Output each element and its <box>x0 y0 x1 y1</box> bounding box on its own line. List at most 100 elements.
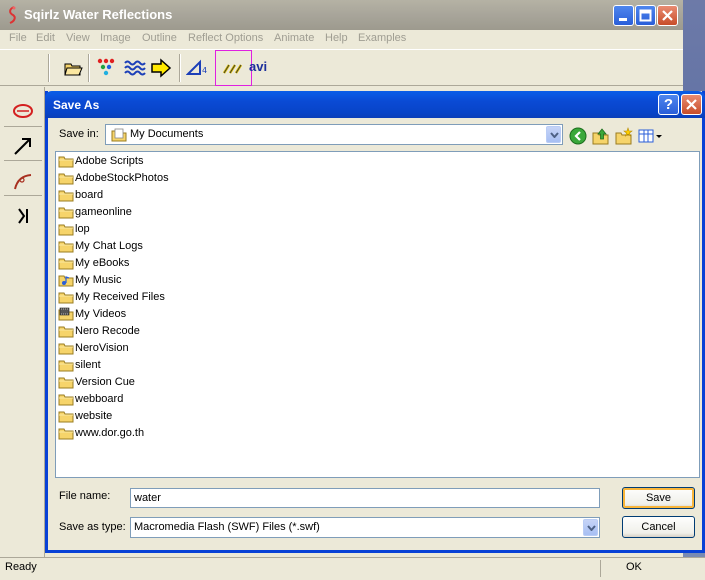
file-list-item[interactable]: gameonline <box>58 204 258 221</box>
file-list-item-name: lop <box>75 223 90 235</box>
my-documents-icon <box>111 128 127 142</box>
curve-tool[interactable] <box>4 164 42 196</box>
help-icon: ? <box>663 96 674 113</box>
file-list-item[interactable]: lop <box>58 221 258 238</box>
menu-reflect-options[interactable]: Reflect Options <box>188 32 263 44</box>
menu-image[interactable]: Image <box>100 32 131 44</box>
ellipse-tool[interactable] <box>4 95 42 127</box>
file-list-item[interactable]: My Chat Logs <box>58 238 258 255</box>
dialog-title: Save As <box>53 98 100 112</box>
menu-view[interactable]: View <box>66 32 90 44</box>
file-list-item[interactable]: Adobe Scripts <box>58 153 258 170</box>
save-button[interactable]: Save <box>622 487 695 509</box>
save-as-dialog: Save As ? Save in: My Documents Adobe Sc… <box>45 91 705 553</box>
folder-icon <box>58 173 74 185</box>
video-folder-icon <box>58 307 74 321</box>
folder-icon <box>58 343 74 355</box>
folder-icon <box>58 156 74 168</box>
angle-tool-icon[interactable]: 4 <box>186 56 210 80</box>
menu-examples[interactable]: Examples <box>358 32 406 44</box>
file-list-item[interactable]: AdobeStockPhotos <box>58 170 258 187</box>
step-forward-tool[interactable] <box>4 199 42 231</box>
save-in-dropdown-arrow[interactable] <box>546 126 561 143</box>
music-folder-icon <box>58 275 74 287</box>
menu-help[interactable]: Help <box>325 32 348 44</box>
folder-icon <box>58 326 74 338</box>
file-list-item-name: My Music <box>75 274 122 286</box>
folder-icon <box>58 360 74 372</box>
file-name-label: File name: <box>59 490 111 502</box>
line-tool[interactable] <box>4 129 42 161</box>
folder-icon <box>58 428 74 440</box>
file-list-item[interactable]: www.dor.go.th <box>58 425 258 442</box>
dialog-close-button[interactable] <box>681 94 702 115</box>
step-forward-icon <box>18 208 28 224</box>
folder-icon <box>58 241 74 253</box>
file-list-item-name: silent <box>75 359 101 371</box>
curve-icon <box>14 174 32 190</box>
folder-icon <box>58 190 74 202</box>
file-list-item-name: Adobe Scripts <box>75 155 144 167</box>
file-list-item[interactable]: My eBooks <box>58 255 258 272</box>
waves-icon[interactable] <box>124 56 146 80</box>
file-list-item[interactable]: NeroVision <box>58 340 258 357</box>
main-titlebar[interactable]: Sqirlz Water Reflections <box>0 0 683 30</box>
app-logo-icon <box>9 6 16 24</box>
folder-icon <box>58 207 74 219</box>
maximize-button[interactable] <box>635 5 656 26</box>
file-list-item[interactable]: My Received Files <box>58 289 258 306</box>
app-title: Sqirlz Water Reflections <box>24 7 173 22</box>
status-text: Ready <box>5 561 37 573</box>
help-button[interactable]: ? <box>658 94 679 115</box>
view-menu-icon[interactable] <box>638 127 664 145</box>
menu-outline[interactable]: Outline <box>142 32 177 44</box>
minimize-button[interactable] <box>613 5 634 26</box>
folder-icon <box>58 394 74 406</box>
file-list-item[interactable]: silent <box>58 357 258 374</box>
status-separator <box>600 560 601 577</box>
file-list-item-name: My Videos <box>75 308 127 320</box>
rain-streaks-icon[interactable] <box>221 56 245 80</box>
save-as-type-dropdown[interactable]: Macromedia Flash (SWF) Files (*.swf) <box>130 517 600 538</box>
menu-bar: File Edit View Image Outline Reflect Opt… <box>0 30 683 48</box>
file-list-item-name: webboard <box>75 393 124 405</box>
save-as-type-dropdown-arrow[interactable] <box>583 519 598 536</box>
file-list-item[interactable]: board <box>58 187 258 204</box>
dialog-titlebar[interactable]: Save As ? <box>45 91 705 118</box>
minimize-icon <box>619 18 627 21</box>
file-list-item[interactable]: website <box>58 408 258 425</box>
file-list-item[interactable]: Nero Recode <box>58 323 258 340</box>
maximize-icon <box>639 9 652 22</box>
save-as-type-value: Macromedia Flash (SWF) Files (*.swf) <box>134 521 320 533</box>
file-list-item-name: NeroVision <box>75 342 129 354</box>
cancel-button[interactable]: Cancel <box>622 516 695 538</box>
file-list-item[interactable]: webboard <box>58 391 258 408</box>
save-in-label: Save in: <box>59 128 99 140</box>
folder-icon <box>58 224 74 236</box>
avi-export-button[interactable]: avi <box>249 59 267 83</box>
close-icon <box>662 10 673 21</box>
file-list-item-name: www.dor.go.th <box>75 427 145 439</box>
back-icon[interactable] <box>569 127 587 145</box>
file-list-item-name: board <box>75 189 104 201</box>
file-list-item[interactable]: My Music <box>58 272 258 289</box>
close-button[interactable] <box>657 5 678 26</box>
save-as-type-label: Save as type: <box>59 521 126 533</box>
save-in-dropdown[interactable]: My Documents <box>105 124 563 145</box>
file-list[interactable]: Adobe Scripts AdobeStockPhotos board gameon… <box>55 151 700 478</box>
file-list-item[interactable]: My Videos <box>58 306 258 323</box>
chevron-down-icon <box>587 525 596 531</box>
open-folder-icon[interactable] <box>63 56 83 80</box>
menu-edit[interactable]: Edit <box>36 32 55 44</box>
up-folder-icon[interactable] <box>592 127 610 145</box>
color-dots-icon[interactable] <box>96 56 118 80</box>
file-list-item[interactable]: Version Cue <box>58 374 258 391</box>
menu-file[interactable]: File <box>9 32 27 44</box>
ellipse-icon <box>13 104 33 118</box>
file-list-item-name: gameonline <box>75 206 132 218</box>
file-name-input[interactable]: water <box>130 488 600 508</box>
arrow-right-icon[interactable] <box>150 56 172 80</box>
new-folder-icon[interactable] <box>615 127 633 145</box>
diagonal-arrow-icon <box>14 138 31 155</box>
menu-animate[interactable]: Animate <box>274 32 314 44</box>
